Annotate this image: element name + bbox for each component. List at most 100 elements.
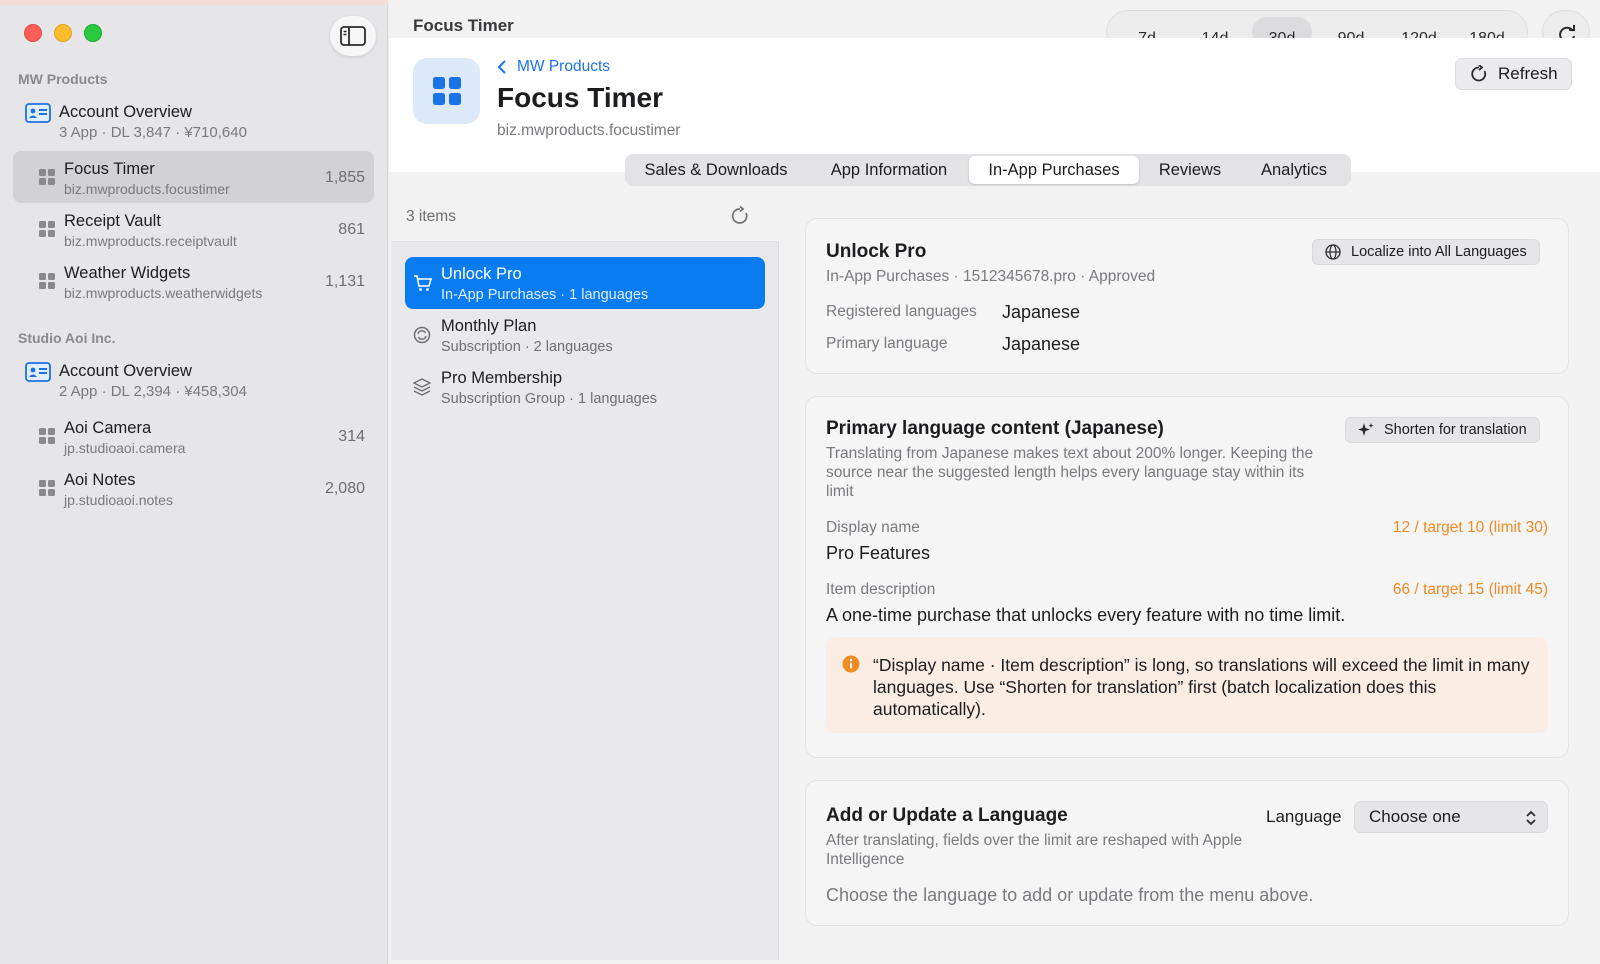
globe-icon — [1325, 244, 1341, 260]
display-name-count: 12 / target 10 (limit 30) — [1392, 519, 1548, 536]
app-bundle: jp.studioaoi.camera — [64, 440, 186, 456]
section-header-studio-aoi: Studio Aoi Inc. — [18, 330, 116, 346]
language-select[interactable]: Choose one — [1354, 801, 1548, 833]
sidebar: MW Products Account Overview 3 App · DL … — [0, 0, 388, 964]
iap-meta: In-App Purchases · 1512345678.pro · Appr… — [826, 268, 1156, 285]
list-header: 3 items — [391, 190, 779, 242]
registered-languages-value: Japanese — [1002, 302, 1081, 322]
main-content: Focus Timer 7d 14d 30d 90d 120d 180d MW … — [389, 0, 1600, 964]
app-name: Weather Widgets — [64, 264, 191, 282]
window-title: Focus Timer — [413, 16, 514, 35]
app-grid-icon — [39, 221, 55, 237]
items-count: 3 items — [406, 208, 456, 225]
app-icon-tile — [413, 58, 480, 124]
list-item-pro-membership[interactable]: Pro Membership Subscription Group · 1 la… — [405, 361, 765, 413]
refresh-label: Refresh — [1498, 64, 1558, 83]
app-grid-icon — [432, 77, 461, 105]
add-language-description: After translating, fields over the limit… — [826, 832, 1243, 868]
add-language-title: Add or Update a Language — [826, 805, 1068, 826]
app-name: Receipt Vault — [64, 212, 161, 230]
info-icon — [842, 655, 860, 673]
item-description-count: 66 / target 15 (limit 45) — [1392, 581, 1548, 598]
subscription-icon — [413, 326, 431, 344]
app-name: Focus Timer — [64, 160, 155, 178]
sidebar-item-account-overview[interactable]: Account Overview 2 App · DL 2,394 · ¥458… — [13, 358, 374, 410]
primary-content-title: Primary language content (Japanese) — [826, 418, 1164, 439]
sidebar-item-account-overview[interactable]: Account Overview 3 App · DL 3,847 · ¥710… — [13, 99, 374, 151]
item-subtitle: Subscription Group · 1 languages — [441, 391, 658, 407]
overview-title: Account Overview — [59, 103, 192, 121]
item-title: Monthly Plan — [441, 317, 537, 335]
tab-in-app-purchases[interactable]: In-App Purchases — [969, 156, 1139, 184]
app-bundle: biz.mwproducts.receiptvault — [64, 233, 237, 249]
refresh-icon — [1471, 65, 1487, 82]
app-grid-icon — [39, 273, 55, 289]
tab-reviews[interactable]: Reviews — [1145, 156, 1235, 184]
section-header-mw-products: MW Products — [18, 71, 108, 87]
app-bundle: jp.studioaoi.notes — [64, 492, 173, 508]
back-link-label: MW Products — [517, 58, 611, 75]
overview-subtitle: 3 App · DL 3,847 · ¥710,640 — [59, 124, 247, 141]
cart-icon — [414, 275, 433, 291]
iap-list-pane: 3 items Unlock Pro In-App Purchases · 1 … — [391, 190, 779, 960]
item-subtitle: Subscription · 2 languages — [441, 339, 613, 355]
app-bundle: biz.mwproducts.weatherwidgets — [64, 285, 263, 301]
app-download-count: 1,131 — [324, 273, 365, 290]
minimize-window-button[interactable] — [54, 24, 72, 42]
refresh-icon[interactable] — [730, 206, 750, 226]
item-title: Unlock Pro — [441, 265, 522, 283]
page-title: Focus Timer — [497, 82, 663, 113]
display-name-value: Pro Features — [826, 543, 931, 563]
tab-bar: Sales & Downloads App Information In-App… — [625, 154, 1351, 186]
sidebar-item-aoi-camera[interactable]: Aoi Camera jp.studioaoi.camera 314 — [13, 410, 374, 462]
app-header: MW Products Focus Timer biz.mwproducts.f… — [389, 38, 1600, 172]
localize-all-label: Localize into All Languages — [1351, 244, 1527, 260]
list-item-monthly-plan[interactable]: Monthly Plan Subscription · 2 languages — [405, 309, 765, 361]
sparkle-icon — [1358, 423, 1374, 436]
language-select-value: Choose one — [1369, 807, 1461, 826]
overview-subtitle: 2 App · DL 2,394 · ¥458,304 — [59, 383, 247, 400]
iap-title: Unlock Pro — [826, 241, 927, 262]
app-download-count: 2,080 — [324, 480, 365, 497]
registered-languages-label: Registered languages — [826, 303, 977, 320]
item-description-value: A one-time purchase that unlocks every f… — [826, 605, 1346, 625]
language-label: Language — [1266, 807, 1342, 826]
localize-all-button[interactable]: Localize into All Languages — [1312, 239, 1540, 265]
sidebar-item-receipt-vault[interactable]: Receipt Vault biz.mwproducts.receiptvaul… — [13, 203, 374, 255]
refresh-button[interactable]: Refresh — [1455, 58, 1572, 90]
sidebar-item-aoi-notes[interactable]: Aoi Notes jp.studioaoi.notes 2,080 — [13, 462, 374, 514]
primary-content-card: Primary language content (Japanese) Shor… — [805, 396, 1569, 758]
bundle-id: biz.mwproducts.focustimer — [497, 122, 681, 139]
close-window-button[interactable] — [24, 24, 42, 42]
display-name-label: Display name — [826, 519, 920, 536]
sidebar-toggle-button[interactable] — [330, 16, 376, 56]
app-bundle: biz.mwproducts.focustimer — [64, 181, 230, 197]
zoom-window-button[interactable] — [84, 24, 102, 42]
app-name: Aoi Notes — [64, 471, 136, 489]
add-language-hint: Choose the language to add or update fro… — [826, 885, 1314, 905]
sidebar-item-focus-timer[interactable]: Focus Timer biz.mwproducts.focustimer 1,… — [13, 151, 374, 203]
app-download-count: 314 — [338, 428, 365, 445]
item-subtitle: In-App Purchases · 1 languages — [441, 287, 649, 303]
account-card-icon — [25, 103, 51, 123]
sidebar-item-weather-widgets[interactable]: Weather Widgets biz.mwproducts.weatherwi… — [13, 255, 374, 307]
chevron-left-icon — [497, 60, 506, 74]
shorten-label: Shorten for translation — [1384, 422, 1527, 438]
length-warning: “Display name · Item description” is lon… — [826, 637, 1548, 733]
app-download-count: 1,855 — [324, 169, 365, 186]
tab-app-information[interactable]: App Information — [809, 156, 969, 184]
sidebar-top-tint — [0, 0, 388, 5]
stack-icon — [413, 378, 431, 396]
app-grid-icon — [39, 428, 55, 444]
tab-sales-downloads[interactable]: Sales & Downloads — [627, 156, 805, 184]
shorten-for-translation-button[interactable]: Shorten for translation — [1345, 417, 1540, 443]
primary-language-value: Japanese — [1002, 334, 1081, 354]
sidebar-icon — [340, 26, 366, 46]
iap-summary-card: Unlock Pro Localize into All Languages I… — [805, 218, 1569, 374]
chevron-up-down-icon — [1526, 810, 1536, 826]
list-item-unlock-pro[interactable]: Unlock Pro In-App Purchases · 1 language… — [405, 257, 765, 309]
primary-content-description: Translating from Japanese makes text abo… — [826, 445, 1314, 500]
tab-analytics[interactable]: Analytics — [1241, 156, 1347, 184]
back-link[interactable]: MW Products — [497, 58, 610, 76]
overview-title: Account Overview — [59, 362, 192, 380]
